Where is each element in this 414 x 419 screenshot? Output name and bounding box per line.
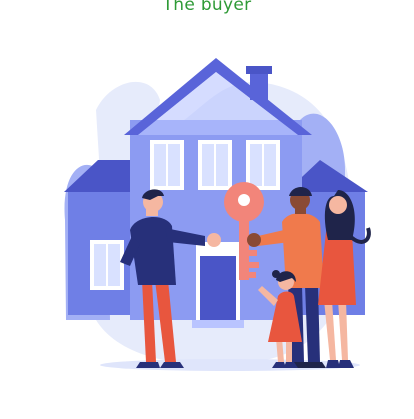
house-sale-illustration <box>64 58 371 371</box>
upper-windows <box>150 140 280 190</box>
front-door <box>192 242 244 328</box>
